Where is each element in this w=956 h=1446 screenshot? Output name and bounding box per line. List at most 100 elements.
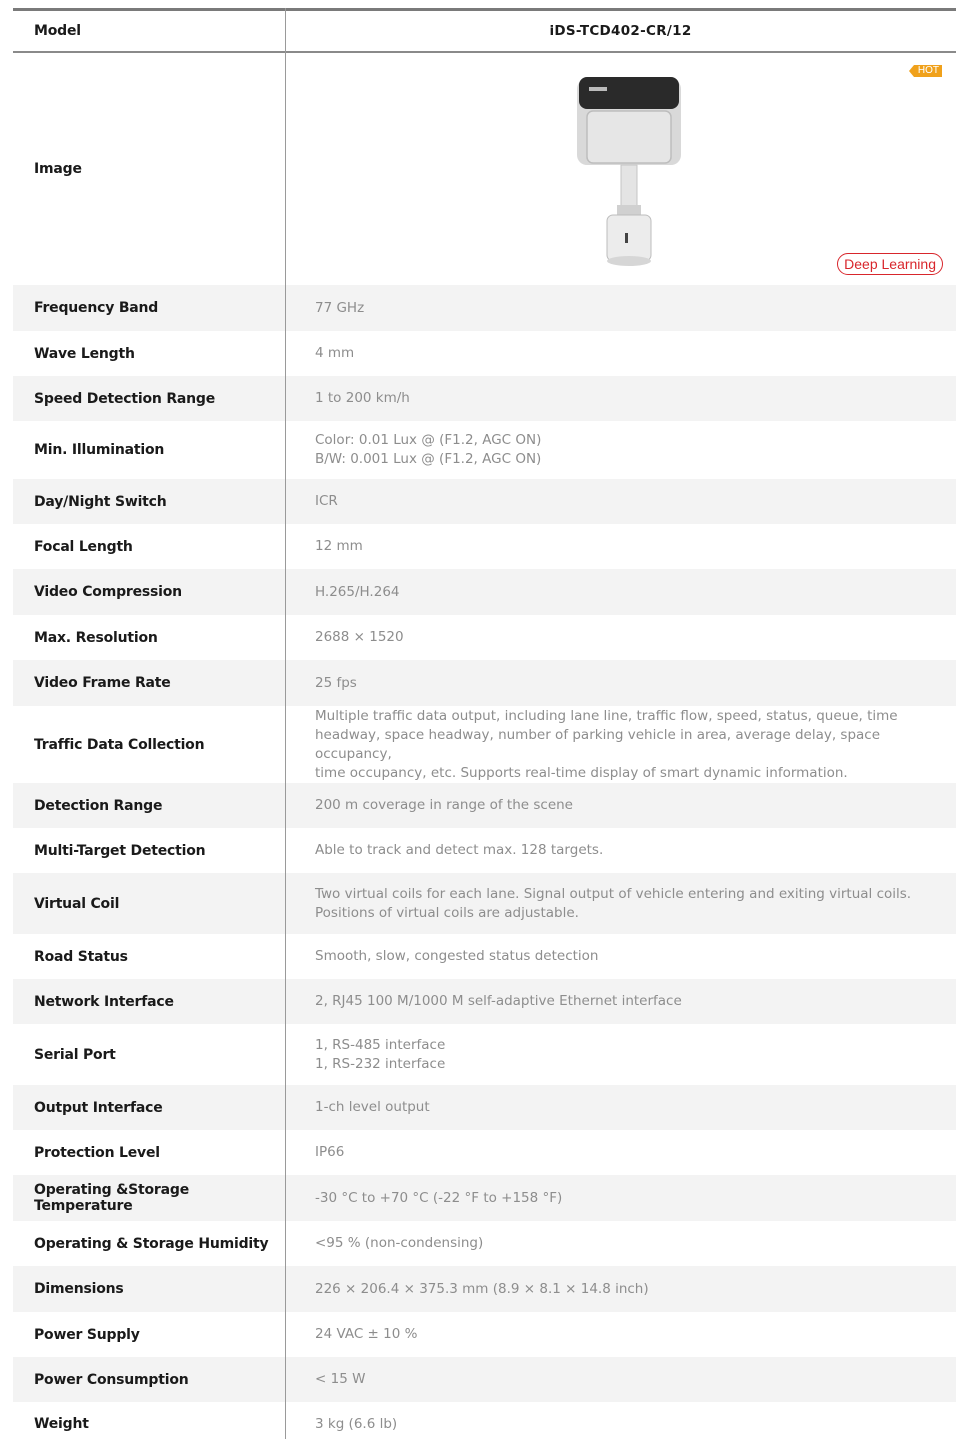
spec-row: Road Status Smooth, slow, congested statu… xyxy=(13,934,956,979)
spec-value-line: B/W: 0.001 Lux @ (F1.2, AGC ON) xyxy=(315,451,542,467)
spec-value-line: ICR xyxy=(315,493,338,509)
spec-label: Multi-Target Detection xyxy=(34,842,206,859)
spec-value: Able to track and detect max. 128 target… xyxy=(285,841,956,860)
spec-value-line: 24 VAC ± 10 % xyxy=(315,1326,418,1342)
spec-value: 2, RJ45 100 M/1000 M self-adaptive Ether… xyxy=(285,992,956,1011)
spec-label: Day/Night Switch xyxy=(34,493,167,510)
spec-value-line: 4 mm xyxy=(315,345,355,361)
spec-value-line: 226 × 206.4 × 375.3 mm (8.9 × 8.1 × 14.8… xyxy=(315,1280,649,1297)
spec-value: 12 mm xyxy=(285,537,956,556)
spec-label: Video Frame Rate xyxy=(34,675,171,691)
spec-value-line: 25 fps xyxy=(315,674,357,691)
spec-rows: Frequency Band 77 GHz Wave Length 4 mm Speed… xyxy=(13,285,956,1446)
spec-value-line: time occupancy, etc. Supports real-time … xyxy=(315,764,848,781)
spec-row: Traffic Data Collection Multiple traffic … xyxy=(13,706,956,783)
spec-value: <95 % (non-condensing) xyxy=(285,1234,956,1253)
spec-label: Focal Length xyxy=(34,538,133,555)
spec-label: Weight xyxy=(34,1416,89,1432)
spec-value: 1 to 200 km/h xyxy=(285,389,956,408)
hot-badge: HOT xyxy=(908,65,942,77)
deep-learning-badge: Deep Learning xyxy=(837,253,943,275)
spec-value: 200 m coverage in range of the scene xyxy=(285,796,956,815)
spec-label: Network Interface xyxy=(34,993,174,1010)
spec-row: Max. Resolution 2688 × 1520 xyxy=(13,615,956,660)
spec-row: Focal Length 12 mm xyxy=(13,524,956,569)
spec-value: -30 °C to +70 °C (-22 °F to +158 °F) xyxy=(285,1189,956,1208)
spec-label: Dimensions xyxy=(34,1281,124,1297)
spec-label: Wave Length xyxy=(34,345,135,362)
spec-row: Operating & Storage Humidity <95 % (non-c… xyxy=(13,1221,956,1266)
spec-row: Frequency Band 77 GHz xyxy=(13,285,956,331)
spec-row: Multi-Target Detection Able to track and … xyxy=(13,828,956,873)
spec-value: 25 fps xyxy=(285,674,956,693)
spec-value-line: IP66 xyxy=(315,1144,345,1160)
spec-value-line: H.265/H.264 xyxy=(315,583,400,600)
spec-value: Two virtual coils for each lane. Signal … xyxy=(285,885,956,923)
spec-value-line: < 15 W xyxy=(315,1371,366,1387)
spec-value: Smooth, slow, congested status detection xyxy=(285,947,956,966)
spec-value: 226 × 206.4 × 375.3 mm (8.9 × 8.1 × 14.8… xyxy=(285,1280,956,1299)
spec-value-line: -30 °C to +70 °C (-22 °F to +158 °F) xyxy=(315,1189,563,1206)
spec-value-line: Two virtual coils for each lane. Signal … xyxy=(315,885,912,902)
spec-value-line: Multiple traffic data output, including … xyxy=(315,707,898,724)
model-label: Model xyxy=(34,23,81,39)
spec-row: Dimensions 226 × 206.4 × 375.3 mm (8.9 × … xyxy=(13,1266,956,1312)
spec-row: Protection Level IP66 xyxy=(13,1130,956,1175)
spec-value: Color: 0.01 Lux @ (F1.2, AGC ON) B/W: 0.0… xyxy=(285,431,956,469)
spec-row: Min. Illumination Color: 0.01 Lux @ (F1.2… xyxy=(13,421,956,479)
image-row: Image HOT Deep Learning xyxy=(13,53,956,285)
spec-row: Weight 3 kg (6.6 lb) xyxy=(13,1402,956,1446)
spec-value-line: Able to track and detect max. 128 target… xyxy=(315,842,604,858)
spec-value-line: 2688 × 1520 xyxy=(315,629,404,645)
spec-value-line: headway, space headway, number of parkin… xyxy=(315,726,881,762)
spec-label: Video Compression xyxy=(34,584,182,600)
spec-label: Max. Resolution xyxy=(34,629,158,646)
spec-value: 77 GHz xyxy=(285,299,956,318)
spec-value-line: Color: 0.01 Lux @ (F1.2, AGC ON) xyxy=(315,432,542,448)
spec-value-line: 3 kg (6.6 lb) xyxy=(315,1415,398,1432)
model-row: Model iDS-TCD402-CR/12 xyxy=(13,11,956,51)
spec-label: Operating &Storage Temperature xyxy=(34,1182,189,1214)
spec-label: Frequency Band xyxy=(34,300,159,316)
spec-label: Output Interface xyxy=(34,1099,163,1116)
spec-value-line: 1, RS-485 interface xyxy=(315,1036,446,1053)
spec-label: Min. Illumination xyxy=(34,442,165,458)
spec-value-line: 200 m coverage in range of the scene xyxy=(315,797,573,813)
spec-row: Video Compression H.265/H.264 xyxy=(13,569,956,615)
spec-label: Power Supply xyxy=(34,1326,140,1343)
spec-label: Virtual Coil xyxy=(34,895,120,912)
spec-value: 4 mm xyxy=(285,344,956,363)
spec-value-line: 1, RS-232 interface xyxy=(315,1055,446,1072)
spec-label: Power Consumption xyxy=(34,1371,189,1388)
spec-row: Output Interface 1-ch level output xyxy=(13,1085,956,1130)
spec-value-line: <95 % (non-condensing) xyxy=(315,1235,484,1251)
spec-table: Model iDS-TCD402-CR/12 Image HOT Deep Le… xyxy=(13,8,956,1446)
spec-value: IP66 xyxy=(285,1143,956,1162)
spec-value-line: 1 to 200 km/h xyxy=(315,390,410,406)
spec-row: Day/Night Switch ICR xyxy=(13,479,956,524)
spec-value: 1-ch level output xyxy=(285,1098,956,1117)
spec-label: Road Status xyxy=(34,948,128,965)
spec-value-line: 77 GHz xyxy=(315,299,365,316)
spec-value: H.265/H.264 xyxy=(285,583,956,602)
spec-row: Operating &Storage Temperature -30 °C to … xyxy=(13,1175,956,1221)
spec-row: Wave Length 4 mm xyxy=(13,331,956,376)
spec-row: Network Interface 2, RJ45 100 M/1000 M se… xyxy=(13,979,956,1024)
spec-label: Traffic Data Collection xyxy=(34,736,205,753)
spec-row: Detection Range 200 m coverage in range o… xyxy=(13,783,956,828)
spec-label: Operating & Storage Humidity xyxy=(34,1235,269,1252)
spec-value: 24 VAC ± 10 % xyxy=(285,1325,956,1344)
spec-value-line: 12 mm xyxy=(315,538,363,554)
product-image xyxy=(577,77,681,266)
spec-value-line: Smooth, slow, congested status detection xyxy=(315,948,599,964)
spec-label: Serial Port xyxy=(34,1046,116,1063)
spec-row: Power Supply 24 VAC ± 10 % xyxy=(13,1312,956,1357)
spec-value-line: 1-ch level output xyxy=(315,1099,430,1115)
spec-value: Multiple traffic data output, including … xyxy=(285,707,956,783)
spec-value: < 15 W xyxy=(285,1370,956,1389)
spec-value: 1, RS-485 interface 1, RS-232 interface xyxy=(285,1036,956,1074)
spec-value: 2688 × 1520 xyxy=(285,628,956,647)
spec-value: ICR xyxy=(285,492,956,511)
spec-label: Protection Level xyxy=(34,1144,160,1161)
spec-row: Power Consumption < 15 W xyxy=(13,1357,956,1402)
